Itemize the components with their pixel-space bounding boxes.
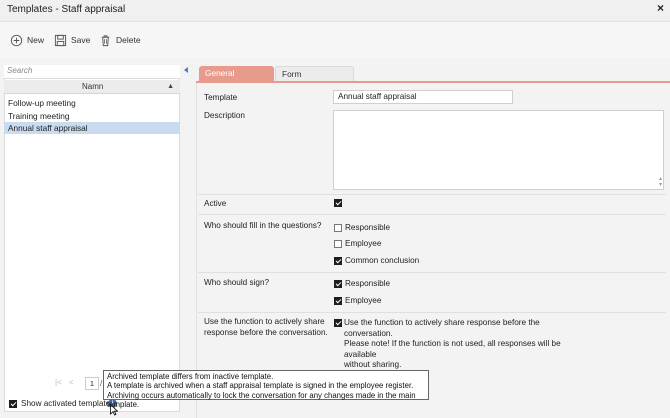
floppy-disk-icon	[54, 34, 67, 46]
fill-option-common-conclusion[interactable]: Common conclusion	[334, 256, 419, 265]
plus-circle-icon	[10, 34, 23, 46]
delete-button-label: Delete	[116, 35, 141, 45]
share-note: Use the function to actively share respo…	[344, 318, 584, 371]
description-label: Description	[204, 111, 245, 120]
share-toggle[interactable]	[334, 319, 342, 327]
page-number-input[interactable]: 1	[85, 377, 99, 390]
who-sign-label: Who should sign?	[204, 278, 270, 287]
save-button-label: Save	[71, 35, 91, 45]
divider	[198, 312, 666, 313]
sign-responsible-checkbox[interactable]	[334, 279, 342, 288]
delete-button[interactable]: Delete	[99, 33, 141, 47]
fill-responsible-label: Responsible	[345, 223, 391, 232]
show-activated-templates-toggle[interactable]: Show activated templates	[9, 399, 114, 408]
share-label: Use the function to actively share respo…	[204, 317, 328, 338]
new-button[interactable]: New	[10, 33, 44, 47]
template-label: Template	[204, 93, 238, 102]
tab-underline	[196, 81, 670, 83]
fill-responsible-checkbox[interactable]	[334, 223, 342, 232]
column-header-name[interactable]: Namn ▲	[4, 80, 180, 94]
divider	[198, 194, 666, 195]
show-activated-label: Show activated templates	[21, 399, 115, 408]
active-label: Active	[204, 199, 227, 208]
share-note-line: Please note! If the function is not used…	[344, 339, 561, 359]
first-page-button[interactable]: |<	[55, 378, 62, 387]
tooltip-line: A template is archived when a staff appr…	[107, 381, 414, 391]
close-icon[interactable]: ×	[657, 1, 664, 15]
save-button[interactable]: Save	[54, 33, 90, 47]
sign-employee-label: Employee	[345, 296, 382, 305]
fill-common-conclusion-label: Common conclusion	[345, 256, 420, 265]
previous-page-button[interactable]: <	[69, 378, 74, 387]
share-note-line: without sharing.	[344, 360, 402, 369]
list-item[interactable]: Follow-up meeting	[4, 97, 180, 109]
divider	[198, 214, 666, 215]
sign-responsible-label: Responsible	[345, 279, 391, 288]
sign-option-responsible[interactable]: Responsible	[334, 279, 390, 288]
column-header-label: Namn	[82, 82, 104, 91]
fill-employee-label: Employee	[345, 239, 382, 248]
sign-employee-checkbox[interactable]	[334, 296, 342, 305]
list-item[interactable]: Training meeting	[4, 110, 180, 122]
tooltip-line: Archived template differs from inactive …	[107, 372, 274, 381]
template-name-field[interactable]: Annual staff appraisal	[333, 90, 513, 104]
description-field[interactable]: ▴ ▾	[333, 110, 664, 190]
active-toggle[interactable]	[334, 199, 342, 207]
share-note-line: Use the function to actively share respo…	[344, 318, 540, 338]
tooltip-line: Archiving occurs automatically to lock t…	[107, 390, 416, 409]
resize-handle-icon[interactable]: ▴ ▾	[659, 176, 662, 188]
tab-general[interactable]: General	[199, 66, 274, 81]
sign-option-employee[interactable]: Employee	[334, 296, 381, 305]
share-checkbox[interactable]	[334, 319, 342, 327]
list-item-selected[interactable]: Annual staff appraisal	[4, 122, 180, 134]
trash-icon	[101, 34, 110, 46]
fill-common-conclusion-checkbox[interactable]	[334, 256, 342, 265]
window-title: Templates - Staff appraisal	[7, 4, 126, 15]
tab-form[interactable]: Form	[275, 66, 354, 81]
share-label-line: Use the function to actively share	[204, 317, 325, 326]
archive-info-tooltip: Archived template differs from inactive …	[103, 370, 429, 409]
share-label-line: response before the conversation.	[204, 327, 328, 337]
page-separator: /	[100, 379, 103, 388]
who-fill-label: Who should fill in the questions?	[204, 221, 322, 230]
collapse-panel-arrow-icon[interactable]	[184, 67, 188, 73]
fill-employee-checkbox[interactable]	[334, 239, 342, 248]
active-checkbox[interactable]	[334, 199, 342, 207]
new-button-label: New	[27, 35, 45, 45]
fill-option-responsible[interactable]: Responsible	[334, 223, 390, 232]
search-box	[4, 65, 180, 79]
fill-option-employee[interactable]: Employee	[334, 239, 381, 248]
search-input[interactable]	[4, 65, 167, 76]
divider	[198, 272, 666, 273]
show-activated-checkbox[interactable]	[9, 399, 17, 408]
sort-ascending-icon[interactable]: ▲	[167, 83, 174, 90]
